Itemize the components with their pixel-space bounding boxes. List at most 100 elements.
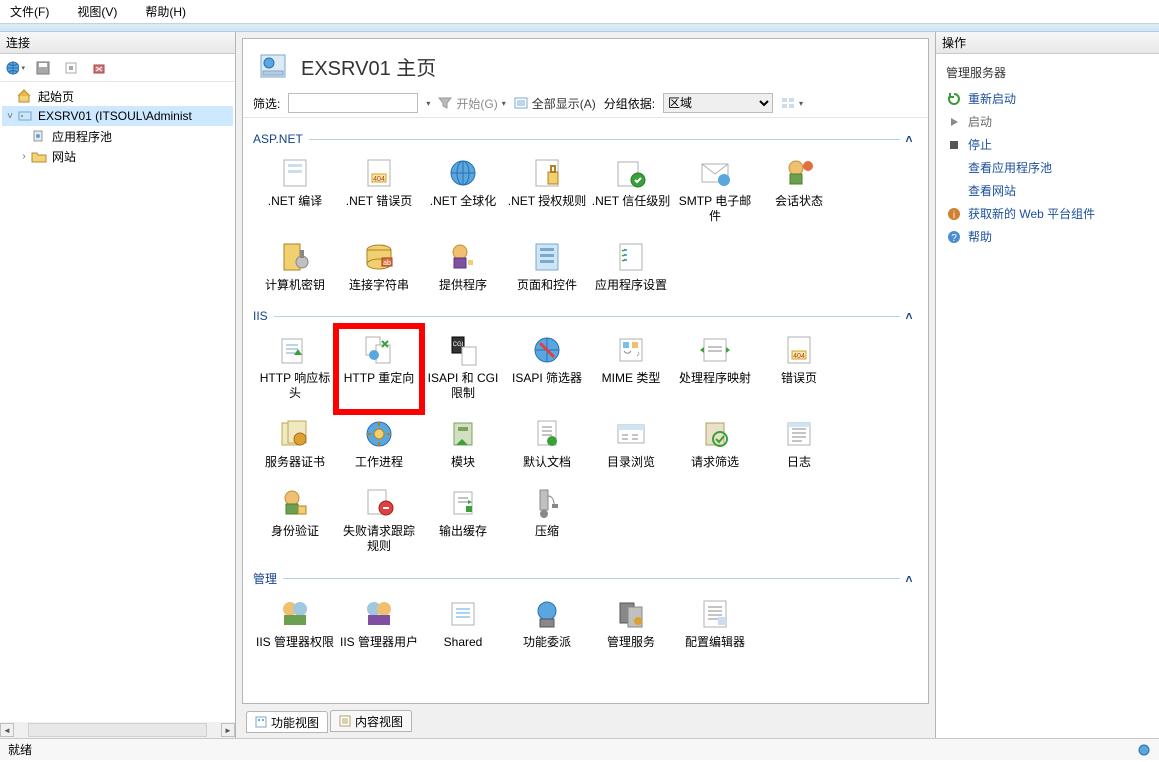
feature-item[interactable]: CGIISAPI 和 CGI 限制 [421,327,505,411]
feature-item[interactable]: 默认文档 [505,411,589,480]
action-view-apppools[interactable]: 查看应用程序池 [946,156,1149,179]
tree-start-page[interactable]: 起始页 [2,86,233,106]
delete-button[interactable] [88,57,110,79]
feature-item[interactable]: 压缩 [505,480,589,564]
feature-label: 请求筛选 [691,455,739,470]
tab-content-view[interactable]: 内容视图 [330,710,412,732]
feature-item[interactable]: 应用程序设置 [589,234,673,303]
tree-expander[interactable]: › [18,151,30,162]
feature-label: HTTP 重定向 [344,371,414,386]
feature-item[interactable]: 输出缓存 [421,480,505,564]
feature-label: IIS 管理器用户 [340,635,418,650]
collapse-icon[interactable]: ˄ [900,132,918,146]
feature-icon [443,597,483,631]
feature-item[interactable]: 工作进程 [337,411,421,480]
menu-help[interactable]: 帮助(H) [139,1,192,22]
show-all-button[interactable]: 全部显示(A) [514,95,596,112]
go-button[interactable]: 开始(G) ▾ [438,95,505,112]
collapse-icon[interactable]: ˄ [900,572,918,586]
filter-input[interactable] [288,93,418,113]
tree-server-node[interactable]: ˅ EXSRV01 (ITSOUL\Administ [2,106,233,126]
action-web-platform[interactable]: i 获取新的 Web 平台组件 [946,202,1149,225]
left-scrollbar[interactable]: ◄► [0,722,235,738]
feature-icon [359,486,399,520]
connect-button[interactable]: ▾ [4,57,26,79]
tree-sites[interactable]: › 网站 [2,146,233,166]
group-header-mgmt[interactable]: 管理˄ [253,570,918,587]
feature-icon [275,240,315,274]
filter-label: 筛选: [253,95,280,112]
tree-app-pools[interactable]: 应用程序池 [2,126,233,146]
menu-view[interactable]: 视图(V) [71,1,123,22]
view-style-button[interactable]: ▾ [781,97,803,109]
feature-item[interactable]: 服务器证书 [253,411,337,480]
feature-item[interactable]: 失败请求跟踪规则 [337,480,421,564]
collapse-icon[interactable]: ˄ [900,309,918,323]
feature-item[interactable]: 身份验证 [253,480,337,564]
feature-item[interactable]: HTTP 重定向 [337,327,421,411]
feature-label: .NET 错误页 [346,194,412,209]
feature-label: 工作进程 [355,455,403,470]
status-text: 就绪 [8,741,32,758]
feature-item[interactable]: 处理程序映射 [673,327,757,411]
actions-panel: 操作 管理服务器 重新启动 启动 停止 查看应用程序池 查看网站 i [935,32,1159,738]
feature-item[interactable]: HTTP 响应标头 [253,327,337,411]
feature-item[interactable]: 日志 [757,411,841,480]
feature-item[interactable]: 404错误页 [757,327,841,411]
feature-item[interactable]: 404.NET 错误页 [337,150,421,234]
feature-icon [443,486,483,520]
action-help[interactable]: ? 帮助 [946,225,1149,248]
feature-item[interactable]: 页面和控件 [505,234,589,303]
menu-file[interactable]: 文件(F) [4,1,55,22]
feature-item[interactable]: 请求筛选 [673,411,757,480]
feature-icon [695,597,735,631]
status-corner-icon [1137,743,1151,757]
feature-item[interactable]: .NET 授权规则 [505,150,589,234]
feature-item[interactable]: IIS 管理器权限 [253,591,337,660]
action-restart[interactable]: 重新启动 [946,87,1149,110]
feature-icon [275,156,315,190]
feature-icon [275,417,315,451]
feature-item[interactable]: 配置编辑器 [673,591,757,660]
group-header-aspnet[interactable]: ASP.NET˄ [253,132,918,146]
globe-icon [5,60,19,76]
home-icon [16,88,34,104]
feature-item[interactable]: 提供程序 [421,234,505,303]
feature-item[interactable]: ISAPI 筛选器 [505,327,589,411]
feature-item[interactable]: 目录浏览 [589,411,673,480]
feature-item[interactable]: .NET 编译 [253,150,337,234]
tab-features-view[interactable]: 功能视图 [246,711,328,733]
action-view-sites[interactable]: 查看网站 [946,179,1149,202]
feature-item[interactable]: Shared [421,591,505,660]
feature-item[interactable]: .NET 信任级别 [589,150,673,234]
tree-expander[interactable]: ˅ [4,111,16,122]
address-bar [0,24,1159,32]
feature-item[interactable]: ♪MIME 类型 [589,327,673,411]
feature-label: .NET 编译 [268,194,322,209]
feature-item[interactable]: IIS 管理器用户 [337,591,421,660]
feature-item[interactable]: 管理服务 [589,591,673,660]
help-icon: ? [946,229,962,245]
feature-label: MIME 类型 [602,371,661,386]
groupby-select[interactable]: 区域 [663,93,773,113]
action-start[interactable]: 启动 [946,110,1149,133]
feature-item[interactable]: 功能委派 [505,591,589,660]
feature-item[interactable]: .NET 全球化 [421,150,505,234]
filter-dropdown[interactable]: ▾ [426,99,430,108]
save-button[interactable] [32,57,54,79]
funnel-icon [438,97,452,109]
feature-item[interactable]: 计算机密钥 [253,234,337,303]
action-stop[interactable]: 停止 [946,133,1149,156]
feature-item[interactable]: 模块 [421,411,505,480]
feature-label: 提供程序 [439,278,487,293]
svg-text:ab: ab [383,260,391,267]
refresh-button[interactable] [60,57,82,79]
feature-icon [443,156,483,190]
feature-item[interactable]: ab连接字符串 [337,234,421,303]
feature-label: .NET 全球化 [430,194,496,209]
feature-item[interactable]: 会话状态 [757,150,841,234]
feature-item[interactable]: SMTP 电子邮件 [673,150,757,234]
group-header-iis[interactable]: IIS˄ [253,309,918,323]
content-view-icon [339,715,351,727]
actions-section-title: 管理服务器 [946,64,1149,81]
